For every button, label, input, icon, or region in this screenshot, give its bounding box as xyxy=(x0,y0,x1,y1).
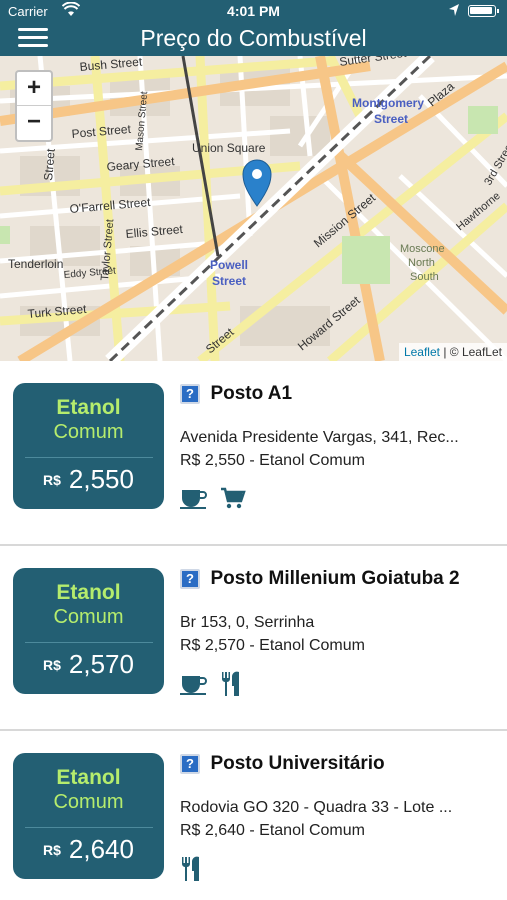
price-box: Etanol Comum R$ 2,640 xyxy=(13,753,164,879)
currency: R$ xyxy=(43,841,61,858)
map-label: Union Square xyxy=(192,141,266,155)
station-name: Posto Universitário xyxy=(210,753,385,774)
shopping-cart-icon xyxy=(220,486,247,515)
divider xyxy=(24,457,153,458)
map-label: North xyxy=(408,257,435,269)
attribution-text: | © LeafLet xyxy=(443,345,502,359)
station-name: Posto Millenium Goiatuba 2 xyxy=(210,568,460,589)
price-box: Etanol Comum R$ 2,570 xyxy=(13,568,164,694)
price: 2,570 xyxy=(68,649,134,679)
brand-unknown-icon: ? xyxy=(180,754,200,774)
map-label: Montgomery xyxy=(352,96,424,110)
fuel-type: Comum xyxy=(53,421,124,443)
fuel-type: Comum xyxy=(53,606,124,628)
station-card[interactable]: Etanol Comum R$ 2,550 ? Posto A1 Avenida … xyxy=(0,361,507,546)
station-address: Avenida Presidente Vargas, 341, Rec... xyxy=(180,429,459,446)
divider xyxy=(24,827,153,828)
price: 2,640 xyxy=(68,834,134,864)
currency: R$ xyxy=(43,471,61,488)
nav-bar: Preço do Combustível xyxy=(0,22,507,56)
price-box: Etanol Comum R$ 2,550 xyxy=(13,383,164,509)
currency: R$ xyxy=(43,656,61,673)
restaurant-icon xyxy=(180,856,202,887)
station-list: Etanol Comum R$ 2,550 ? Posto A1 Avenida … xyxy=(0,361,507,900)
fuel-name: Etanol xyxy=(56,766,121,789)
fuel-name: Etanol xyxy=(56,581,121,604)
location-arrow-icon xyxy=(448,3,460,20)
station-info: ? Posto Universitário Rodovia GO 320 - Q… xyxy=(180,753,500,886)
map-label: Street xyxy=(212,274,246,288)
station-detail: R$ 2,550 - Etanol Comum xyxy=(180,452,365,469)
station-detail: R$ 2,570 - Etanol Comum xyxy=(180,637,365,654)
station-info: ? Posto A1 Avenida Presidente Vargas, 34… xyxy=(180,383,500,516)
station-name: Posto A1 xyxy=(210,383,293,404)
price-row: R$ 2,570 xyxy=(13,649,164,680)
amenities xyxy=(180,856,500,886)
map-tiles: Bush Street Sutter Street Post Street Ge… xyxy=(0,56,507,361)
amenities xyxy=(180,486,500,516)
map-label: Powell xyxy=(210,258,248,272)
zoom-control: + − xyxy=(15,70,53,142)
brand-unknown-icon: ? xyxy=(180,569,200,589)
map-view[interactable]: Bush Street Sutter Street Post Street Ge… xyxy=(0,56,507,361)
coffee-cup-icon xyxy=(180,672,208,701)
station-card[interactable]: Etanol Comum R$ 2,570 ? Posto Millenium G… xyxy=(0,546,507,731)
clock: 4:01 PM xyxy=(227,3,280,19)
zoom-out-button[interactable]: − xyxy=(17,106,51,140)
zoom-in-button[interactable]: + xyxy=(17,72,51,106)
status-bar: Carrier 4:01 PM xyxy=(0,0,507,22)
amenities xyxy=(180,671,500,701)
battery-icon xyxy=(468,5,499,17)
map-label: Street xyxy=(374,112,408,126)
price-row: R$ 2,550 xyxy=(13,464,164,495)
station-detail: R$ 2,640 - Etanol Comum xyxy=(180,822,365,839)
map-attribution: Leaflet | © LeafLet xyxy=(398,343,507,361)
price-row: R$ 2,640 xyxy=(13,834,164,865)
fuel-type: Comum xyxy=(53,791,124,813)
map-label: Moscone xyxy=(400,243,445,255)
coffee-cup-icon xyxy=(180,486,208,515)
fuel-name: Etanol xyxy=(56,396,121,419)
station-card[interactable]: Etanol Comum R$ 2,640 ? Posto Universitár… xyxy=(0,731,507,900)
price: 2,550 xyxy=(68,464,134,494)
map-label: Street xyxy=(41,147,58,181)
station-address: Br 153, 0, Serrinha xyxy=(180,614,315,631)
station-address: Rodovia GO 320 - Quadra 33 - Lote ... xyxy=(180,799,453,816)
station-info: ? Posto Millenium Goiatuba 2 Br 153, 0, … xyxy=(180,568,500,701)
brand-unknown-icon: ? xyxy=(180,384,200,404)
leaflet-link[interactable]: Leaflet xyxy=(404,345,440,359)
page-title: Preço do Combustível xyxy=(140,25,367,51)
restaurant-icon xyxy=(220,671,242,702)
map-label: Tenderloin xyxy=(8,257,63,271)
map-label: South xyxy=(410,271,439,283)
divider xyxy=(24,642,153,643)
